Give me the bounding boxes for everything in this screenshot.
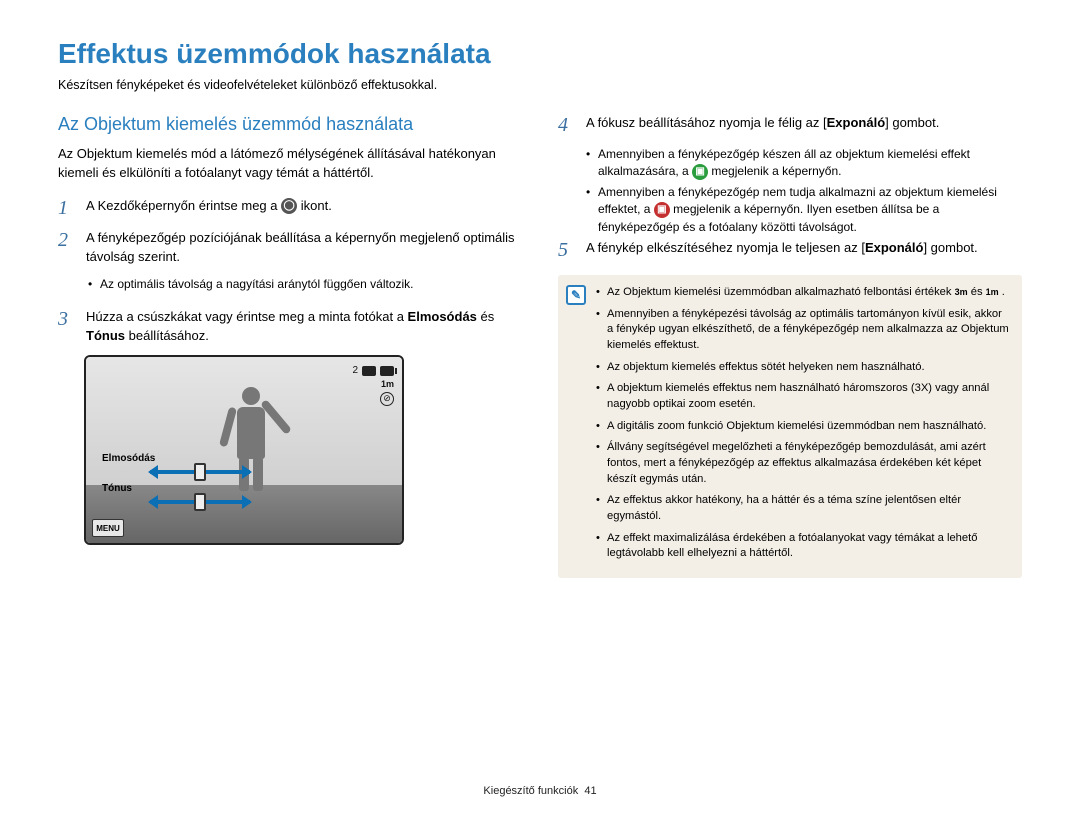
list-item: Amennyiben a fényképezőgép készen áll az… — [586, 146, 1022, 181]
step-number: 5 — [558, 239, 576, 261]
camera-preview-figure: Elmosódás Tónus MENU 2 1m ⊘ — [84, 355, 404, 545]
list-item: Az optimális távolság a nagyítási arányt… — [88, 276, 522, 293]
left-column: Az Objektum kiemelés üzemmód használata … — [58, 114, 522, 578]
shot-count: 2 — [352, 363, 358, 378]
page-title: Effektus üzemmódok használata — [58, 38, 1022, 70]
list-item: A objektum kiemelés effektus nem használ… — [596, 381, 1010, 412]
info-note-box: ✎ Az Objektum kiemelési üzemmódban alkal… — [558, 275, 1022, 578]
list-item: Az objektum kiemelés effektus sötét hely… — [596, 360, 1010, 376]
step-4: 4 A fókusz beállításához nyomja le félig… — [558, 114, 1022, 136]
list-item: Az effektus akkor hatékony, ha a háttér … — [596, 493, 1010, 524]
step-text: A Kezdőképernyőn érintse meg a ◯ ikont. — [86, 197, 332, 219]
resolution-indicator: 1m — [381, 378, 394, 392]
list-item: Állvány segítségével megelőzheti a fényk… — [596, 440, 1010, 487]
page-footer: Kiegészítő funkciók 41 — [0, 785, 1080, 797]
blur-slider[interactable] — [150, 461, 250, 483]
mode-icon: ◯ — [281, 198, 297, 214]
step-text: Húzza a csúszkákat vagy érintse meg a mi… — [86, 308, 522, 346]
not-ready-status-icon: ▣ — [654, 202, 670, 218]
step-number: 4 — [558, 114, 576, 136]
step-text: A fényképezőgép pozíciójának beállítása … — [86, 229, 522, 267]
blur-slider-label: Elmosódás — [102, 453, 155, 464]
step-3: 3 Húzza a csúszkákat vagy érintse meg a … — [58, 308, 522, 346]
ready-status-icon: ▣ — [692, 164, 708, 180]
flash-off-icon: ⊘ — [380, 392, 394, 406]
step-1: 1 A Kezdőképernyőn érintse meg a ◯ ikont… — [58, 197, 522, 219]
step-4-notes: Amennyiben a fényképezőgép készen áll az… — [558, 146, 1022, 236]
list-item: A digitális zoom funkció Objektum kiemel… — [596, 419, 1010, 435]
step-5: 5 A fénykép elkészítéséhez nyomja le tel… — [558, 239, 1022, 261]
menu-button[interactable]: MENU — [92, 519, 124, 537]
list-item: Amennyiben a fényképezőgép nem tudja alk… — [586, 184, 1022, 236]
right-column: 4 A fókusz beállításához nyomja le félig… — [558, 114, 1022, 578]
battery-icon — [380, 366, 394, 376]
list-item: Az effekt maximalizálása érdekében a fot… — [596, 531, 1010, 562]
step-2: 2 A fényképezőgép pozíciójának beállítás… — [58, 229, 522, 267]
intro-paragraph: Az Objektum kiemelés mód a látómező mély… — [58, 145, 522, 183]
storage-icon — [362, 366, 376, 376]
step-2-notes: Az optimális távolság a nagyítási arányt… — [58, 276, 522, 293]
list-item: Amennyiben a fényképezési távolság az op… — [596, 307, 1010, 354]
camera-osd: 2 1m ⊘ — [352, 363, 394, 406]
step-number: 3 — [58, 308, 76, 346]
step-number: 1 — [58, 197, 76, 219]
list-item: Az Objektum kiemelési üzemmódban alkalma… — [596, 285, 1010, 301]
section-heading: Az Objektum kiemelés üzemmód használata — [58, 114, 522, 135]
step-text: A fókusz beállításához nyomja le félig a… — [586, 114, 939, 136]
page-subtitle: Készítsen fényképeket és videofelvételek… — [58, 78, 1022, 92]
step-number: 2 — [58, 229, 76, 267]
step-text: A fénykép elkészítéséhez nyomja le telje… — [586, 239, 978, 261]
tone-slider[interactable] — [150, 491, 250, 513]
tone-slider-label: Tónus — [102, 483, 132, 494]
info-icon: ✎ — [566, 285, 586, 305]
